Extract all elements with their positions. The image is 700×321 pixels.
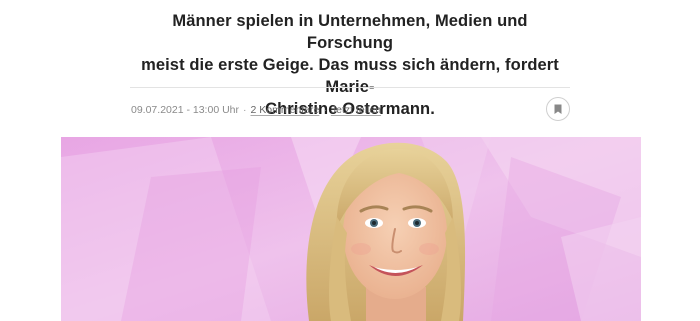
article-meta: 09.07.2021 - 13:00 Uhr · 2 Kommentare · … <box>131 104 381 116</box>
divider <box>130 87 570 88</box>
bookmark-icon <box>554 104 562 114</box>
teaser-line: Männer spielen in Unternehmen, Medien un… <box>172 12 528 52</box>
share-link[interactable]: Jetzt teilen <box>331 104 381 116</box>
publish-date: 09.07.2021 - 13:00 Uhr <box>131 104 239 116</box>
meta-separator: · <box>243 104 247 116</box>
hero-portrait <box>61 137 641 321</box>
bookmark-button[interactable] <box>546 97 570 121</box>
meta-separator: · <box>323 104 327 116</box>
article-hero-image <box>61 137 641 321</box>
teaser-line: meist die erste Geige. Das muss sich änd… <box>141 56 559 96</box>
article-page: Männer spielen in Unternehmen, Medien un… <box>0 0 700 321</box>
comments-link[interactable]: 2 Kommentare <box>251 104 320 116</box>
